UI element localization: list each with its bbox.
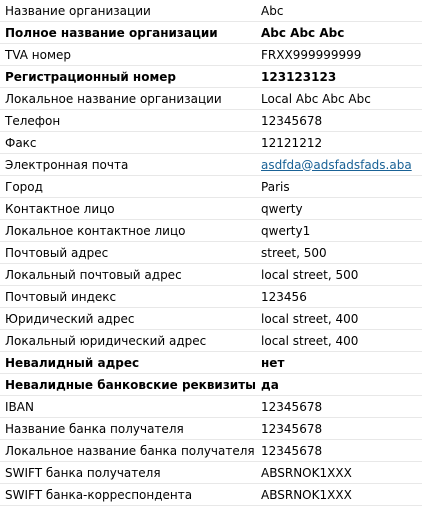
- field-label: Электронная почта: [0, 153, 257, 176]
- table-row: Факс 12121212: [0, 131, 422, 154]
- field-value: да: [256, 373, 422, 396]
- field-value: 123123123: [256, 65, 422, 88]
- table-row: Невалидный адрес нет: [0, 351, 422, 374]
- organization-details-table: Название организации Abc Полное название о…: [0, 0, 422, 506]
- table-row: Название организации Abc: [0, 0, 422, 22]
- field-value: 12345678: [256, 417, 422, 440]
- field-value: 123456: [256, 285, 422, 308]
- table-row: Локальный юридический адрес local street,…: [0, 329, 422, 352]
- field-label: TVA номер: [0, 43, 257, 66]
- table-row: TVA номер FRXX999999999: [0, 43, 422, 66]
- field-label: Локальное название банка получателя: [0, 439, 257, 462]
- field-value: 12345678: [256, 439, 422, 462]
- field-label: Город: [0, 175, 257, 198]
- table-row: Электронная почта asdfda@adsfadsfads.aba: [0, 153, 422, 176]
- field-value: Abc Abc Abc: [256, 21, 422, 44]
- field-value: Local Abc Abc Abc: [256, 87, 422, 110]
- table-row: Полное название организации Abc Abc Abc: [0, 21, 422, 44]
- table-row: Почтовый индекс 123456: [0, 285, 422, 308]
- table-row: Контактное лицо qwerty: [0, 197, 422, 220]
- table-row: Регистрационный номер 123123123: [0, 65, 422, 88]
- field-label: Невалидные банковские реквизиты: [0, 373, 257, 396]
- table-row: Город Paris: [0, 175, 422, 198]
- field-label: Регистрационный номер: [0, 65, 257, 88]
- field-label: Телефон: [0, 109, 257, 132]
- field-value: 12345678: [256, 109, 422, 132]
- field-label: Почтовый индекс: [0, 285, 257, 308]
- field-value: local street, 500: [256, 263, 422, 286]
- field-label: Название банка получателя: [0, 417, 257, 440]
- field-label: SWIFT банка-корреспондента: [0, 483, 257, 506]
- field-label: Локальный юридический адрес: [0, 329, 257, 352]
- table-row: SWIFT банка-корреспондента ABSRNOK1XXX: [0, 483, 422, 506]
- table-row: Почтовый адрес street, 500: [0, 241, 422, 264]
- field-value: asdfda@adsfadsfads.aba: [256, 153, 422, 176]
- field-label: Юридический адрес: [0, 307, 257, 330]
- field-value: street, 500: [256, 241, 422, 264]
- field-value: ABSRNOK1XXX: [256, 483, 422, 506]
- field-value: qwerty1: [256, 219, 422, 242]
- field-value: Paris: [256, 175, 422, 198]
- field-label: SWIFT банка получателя: [0, 461, 257, 484]
- field-value: 12345678: [256, 395, 422, 418]
- email-link[interactable]: asdfda@adsfadsfads.aba: [261, 158, 412, 172]
- table-row: Телефон 12345678: [0, 109, 422, 132]
- field-value: нет: [256, 351, 422, 374]
- table-row: SWIFT банка получателя ABSRNOK1XXX: [0, 461, 422, 484]
- table-row: Юридический адрес local street, 400: [0, 307, 422, 330]
- table-row: IBAN 12345678: [0, 395, 422, 418]
- table-row: Невалидные банковские реквизиты да: [0, 373, 422, 396]
- field-value: ABSRNOK1XXX: [256, 461, 422, 484]
- field-value: FRXX999999999: [256, 43, 422, 66]
- field-label: Невалидный адрес: [0, 351, 257, 374]
- field-label: Локальное контактное лицо: [0, 219, 257, 242]
- field-value: qwerty: [256, 197, 422, 220]
- field-label: Почтовый адрес: [0, 241, 257, 264]
- field-label: IBAN: [0, 395, 257, 418]
- field-label: Факс: [0, 131, 257, 154]
- field-label: Полное название организации: [0, 21, 257, 44]
- table-row: Локальное название банка получателя 12345…: [0, 439, 422, 462]
- table-row: Название банка получателя 12345678: [0, 417, 422, 440]
- table-row: Локальное название организации Local Abc …: [0, 87, 422, 110]
- field-value: Abc: [256, 0, 422, 22]
- field-label: Контактное лицо: [0, 197, 257, 220]
- table-row: Локальное контактное лицо qwerty1: [0, 219, 422, 242]
- field-label: Название организации: [0, 0, 257, 22]
- field-value: local street, 400: [256, 307, 422, 330]
- field-label: Локальный почтовый адрес: [0, 263, 257, 286]
- field-value: 12121212: [256, 131, 422, 154]
- table-row: Локальный почтовый адрес local street, 50…: [0, 263, 422, 286]
- field-value: local street, 400: [256, 329, 422, 352]
- field-label: Локальное название организации: [0, 87, 257, 110]
